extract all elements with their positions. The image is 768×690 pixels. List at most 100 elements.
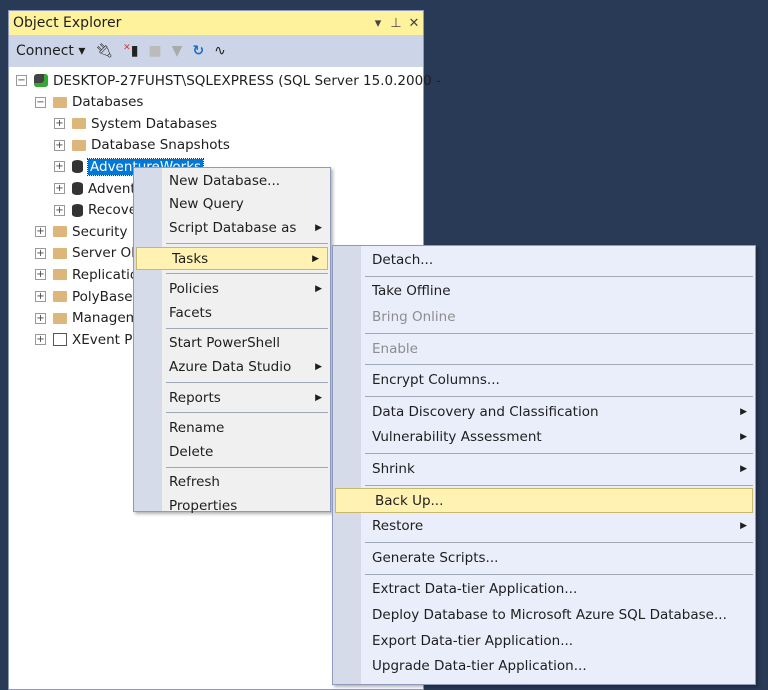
expand-icon[interactable]: + [35, 334, 46, 346]
connect-plug-icon[interactable]: 🔌︎ [95, 43, 113, 59]
menu-item-label: Extract Data-tier Application... [372, 581, 578, 598]
database-icon [72, 160, 83, 174]
submenu-arrow-icon: ▶ [740, 463, 747, 474]
menu-item-label: Upgrade Data-tier Application... [372, 658, 587, 675]
collapse-icon[interactable]: − [16, 75, 27, 86]
folder-icon [53, 312, 67, 324]
menu-item-detach[interactable]: Detach... [333, 247, 755, 273]
folder-icon [53, 269, 67, 281]
window-position-dropdown-icon[interactable]: ▾ [369, 16, 387, 31]
menu-separator [134, 379, 330, 386]
expand-icon[interactable]: + [35, 226, 46, 238]
expand-icon[interactable]: + [54, 161, 65, 173]
menu-item-reports[interactable]: Reports ▶ [134, 386, 330, 410]
menu-item-label: Generate Scripts... [372, 549, 499, 566]
menu-item-label: Rename [169, 420, 225, 437]
menu-item-rename[interactable]: Rename [134, 416, 330, 440]
folder-icon [72, 118, 86, 130]
menu-item-label: Enable [372, 340, 418, 357]
collapse-icon[interactable]: − [35, 96, 46, 108]
expand-icon[interactable]: + [35, 247, 46, 259]
submenu-arrow-icon: ▶ [312, 253, 319, 264]
menu-item-policies[interactable]: Policies ▶ [134, 277, 330, 301]
menu-item-new-database[interactable]: New Database... [134, 169, 330, 193]
expand-icon[interactable]: + [54, 139, 65, 151]
expand-icon[interactable]: + [54, 204, 65, 216]
folder-icon [53, 226, 67, 238]
menu-item-label: Script Database as [169, 219, 297, 236]
menu-item-refresh[interactable]: Refresh [134, 471, 330, 495]
menu-item-restore[interactable]: Restore ▶ [333, 513, 755, 539]
disconnect-icon[interactable]: ✕▮ [123, 43, 138, 59]
filter-icon: ▼ [171, 43, 183, 59]
expand-icon[interactable]: + [35, 312, 46, 324]
menu-item-script-database-as[interactable]: Script Database as ▶ [134, 216, 330, 240]
tree-node-label: System Databases [91, 115, 218, 132]
menu-item-generate-scripts[interactable]: Generate Scripts... [333, 545, 755, 571]
expand-icon[interactable]: + [35, 269, 46, 281]
menu-item-label: Tasks [172, 250, 209, 267]
menu-item-data-discovery-and-classification[interactable]: Data Discovery and Classification ▶ [333, 399, 755, 425]
menu-separator [134, 464, 330, 471]
activity-monitor-icon[interactable]: ∿ [214, 43, 226, 59]
folder-icon [72, 139, 86, 151]
menu-item-azure-data-studio[interactable]: Azure Data Studio ▶ [134, 355, 330, 379]
menu-item-shrink[interactable]: Shrink ▶ [333, 456, 755, 482]
menu-item-label: New Query [169, 196, 244, 213]
menu-item-encrypt-columns[interactable]: Encrypt Columns... [333, 367, 755, 393]
tree-node-replication[interactable]: + Replication [35, 264, 147, 285]
menu-item-start-powershell[interactable]: Start PowerShell [134, 332, 330, 356]
stop-icon: ■ [148, 43, 162, 59]
menu-item-delete[interactable]: Delete [134, 440, 330, 464]
server-icon [34, 74, 48, 87]
menu-item-back-up[interactable]: Back Up... [335, 487, 753, 514]
close-icon[interactable]: ✕ [405, 16, 423, 31]
submenu-arrow-icon: ▶ [740, 432, 747, 443]
tree-node-polybase[interactable]: + PolyBase [35, 286, 133, 307]
expand-icon[interactable]: + [54, 118, 65, 130]
pin-icon[interactable]: ⊥ [387, 16, 405, 31]
menu-item-label: Policies [169, 281, 219, 298]
menu-item-new-query[interactable]: New Query [134, 193, 330, 217]
menu-item-label: Deploy Database to Microsoft Azure SQL D… [372, 606, 727, 623]
menu-item-label: Vulnerability Assessment [372, 429, 542, 446]
menu-item-label: Encrypt Columns... [372, 372, 500, 389]
refresh-icon[interactable]: ↻ [192, 43, 204, 59]
tree-node-desktop-27fuhst-sqlexpress-sql-server-15-0-2000[interactable]: − DESKTOP-27FUHST\SQLEXPRESS (SQL Server … [16, 70, 441, 91]
menu-item-label: Delete [169, 443, 214, 460]
menu-item-label: Take Offline [372, 283, 451, 300]
tree-node-database-snapshots[interactable]: + Database Snapshots [54, 135, 230, 156]
menu-item-label: New Database... [169, 172, 281, 189]
menu-item-label: Properties [169, 497, 238, 514]
expand-icon[interactable]: + [54, 183, 65, 194]
tree-node-security[interactable]: + Security [35, 221, 127, 242]
folder-icon [53, 291, 67, 302]
connect-button[interactable]: Connect ▾ [16, 43, 85, 59]
menu-item-tasks[interactable]: Tasks ▶ [136, 246, 328, 271]
submenu-arrow-icon: ▶ [315, 284, 322, 295]
menu-item-facets[interactable]: Facets [134, 301, 330, 325]
expand-icon[interactable]: + [35, 291, 46, 302]
menu-item-label: Data Discovery and Classification [372, 403, 599, 420]
menu-item-enable: Enable [333, 336, 755, 362]
panel-title: Object Explorer [13, 15, 122, 31]
tree-node-system-databases[interactable]: + System Databases [54, 113, 217, 134]
submenu-arrow-icon: ▶ [740, 406, 747, 417]
menu-item-upgrade-data-tier-application[interactable]: Upgrade Data-tier Application... [333, 653, 755, 679]
menu-item-properties[interactable]: Properties [134, 494, 330, 518]
submenu-arrow-icon: ▶ [315, 392, 322, 403]
menu-item-take-offline[interactable]: Take Offline [333, 279, 755, 305]
tree-node-databases[interactable]: − Databases [35, 92, 143, 113]
menu-item-deploy-database-to-microsoft-azure-sql-database[interactable]: Deploy Database to Microsoft Azure SQL D… [333, 602, 755, 628]
menu-item-label: Bring Online [372, 308, 456, 325]
menu-separator [134, 240, 330, 247]
submenu-arrow-icon: ▶ [315, 222, 322, 233]
menu-item-label: Refresh [169, 474, 220, 491]
tasks-submenu: Detach... Take Offline Bring Online Enable E… [332, 245, 756, 685]
menu-item-label: Start PowerShell [169, 335, 281, 352]
database-context-menu: New Database... New Query Script Database … [133, 167, 331, 514]
menu-item-label: Shrink [372, 460, 415, 477]
menu-item-vulnerability-assessment[interactable]: Vulnerability Assessment ▶ [333, 425, 755, 451]
menu-item-export-data-tier-application[interactable]: Export Data-tier Application... [333, 628, 755, 654]
menu-item-extract-data-tier-application[interactable]: Extract Data-tier Application... [333, 577, 755, 603]
